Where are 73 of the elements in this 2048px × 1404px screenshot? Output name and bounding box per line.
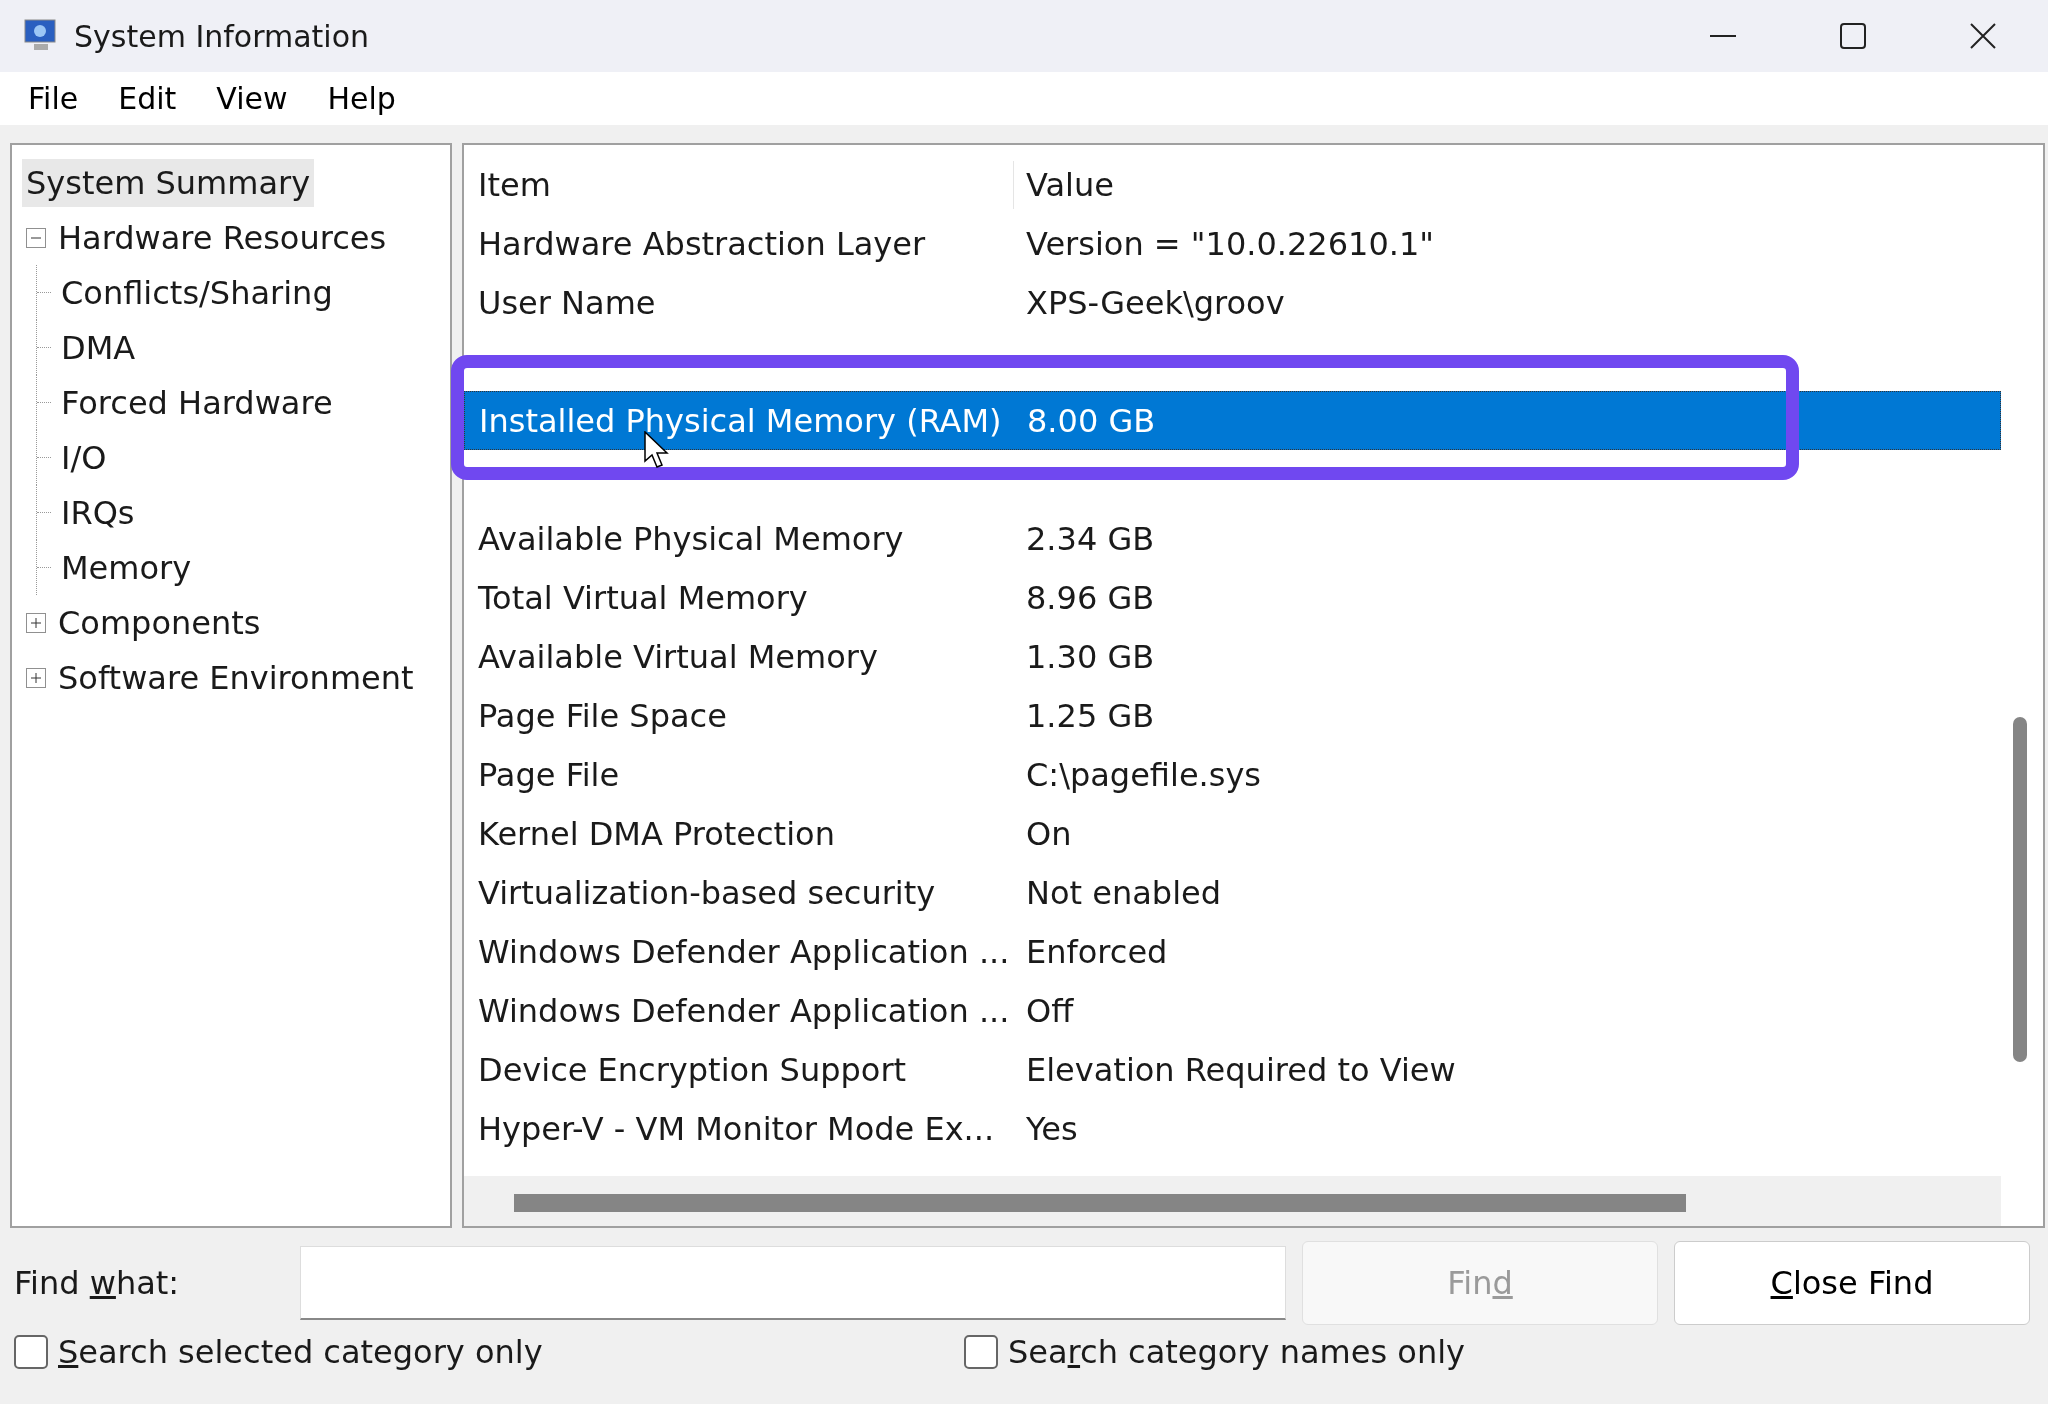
table-cell-text: Windows Defender Application ...	[477, 990, 1011, 1032]
table-cell-text: 2.34 GB	[1025, 518, 1155, 560]
tree-item[interactable]: System Summary	[22, 158, 315, 207]
table-row[interactable]: Available Physical Memory 2.34 GB	[464, 509, 2001, 568]
table-cell-text: Available Physical Memory	[477, 518, 905, 560]
table-row[interactable]: Windows Defender Application ... Off	[464, 981, 2001, 1040]
table-cell-text: User Name	[477, 282, 657, 324]
table-row[interactable]: Page File C:\pagefile.sys	[464, 745, 2001, 804]
expand-icon[interactable]	[26, 667, 46, 688]
tree-item[interactable]: I/O	[57, 433, 111, 482]
table-cell-text: Page File Space	[477, 695, 728, 737]
table-cell-text: 1.25 GB	[1025, 695, 1155, 737]
table-cell-text: C:\pagefile.sys	[1025, 754, 1261, 796]
table-row[interactable]: Page File Space 1.25 GB	[464, 686, 2001, 745]
tree-item[interactable]: Forced Hardware	[57, 378, 337, 427]
column-header[interactable]: Value	[1014, 160, 1114, 209]
table-cell-text: Not enabled	[1025, 872, 1221, 914]
selected-row[interactable]: Installed Physical Memory (RAM) 8.00 GB	[464, 391, 2001, 450]
tree-item[interactable]: Memory	[57, 543, 196, 592]
minimize-icon	[1708, 34, 1738, 38]
table-cell-text: Page File	[477, 754, 621, 796]
checkbox[interactable]	[964, 1335, 998, 1369]
close-icon	[1968, 21, 1998, 51]
window-title: System Information	[74, 17, 370, 56]
table-cell-text: Virtualization-based security	[477, 872, 937, 914]
table-cell-text: Elevation Required to View	[1025, 1049, 1456, 1091]
table-cell-text: Total Virtual Memory	[477, 577, 809, 619]
find-input-field[interactable]	[300, 1246, 1286, 1320]
table-row[interactable]: Total Virtual Memory 8.96 GB	[464, 568, 2001, 627]
table-row[interactable]: User Name XPS-Geek\groov	[464, 273, 2001, 332]
table-cell-text: Kernel DMA Protection	[477, 813, 836, 855]
table-cell-text: Windows Defender Application ...	[477, 931, 1011, 973]
find-label: Find what:	[14, 1263, 181, 1304]
checkbox[interactable]	[14, 1335, 48, 1369]
table-row[interactable]: Hardware Abstraction Layer Version = "10.0.22610.1"	[464, 214, 2001, 273]
column-header[interactable]: Item	[464, 160, 1014, 209]
table-row[interactable]: Virtualization-based security Not enabled	[464, 863, 2001, 922]
table-cell-text: Installed Physical Memory (RAM)	[478, 400, 1003, 442]
checkbox-label: Search selected category only	[58, 1332, 543, 1373]
table-cell-text: Available Virtual Memory	[477, 636, 879, 678]
table-row[interactable]: Windows Defender Application ... Enforced	[464, 922, 2001, 981]
menu-item[interactable]: View	[196, 76, 308, 121]
table-cell-text: Hardware Abstraction Layer	[477, 223, 927, 265]
checkbox-label: Search category names only	[1008, 1332, 1465, 1373]
table-cell-text: 8.00 GB	[1026, 400, 1156, 442]
maximize-icon	[1838, 21, 1868, 51]
table-cell-text: On	[1025, 813, 1072, 855]
table-cell-text: 1.30 GB	[1025, 636, 1155, 678]
table-row[interactable]: Available Virtual Memory 1.30 GB	[464, 627, 2001, 686]
menu-item[interactable]: File	[8, 76, 99, 121]
tree-item[interactable]: Conflicts/Sharing	[57, 268, 337, 317]
table-cell-text: XPS-Geek\groov	[1025, 282, 1285, 324]
table-row[interactable]: Kernel DMA Protection On	[464, 804, 2001, 863]
table-row[interactable]: Hyper-V - VM Monitor Mode Ex... Yes	[464, 1099, 2001, 1158]
table-cell-text: Hyper-V - VM Monitor Mode Ex...	[477, 1108, 996, 1150]
table-cell-text: Version = "10.0.22610.1"	[1025, 223, 1434, 265]
tree-item[interactable]: Components	[54, 598, 265, 647]
tree-item[interactable]: Software Environment	[54, 653, 418, 702]
close-find-button[interactable]: Close Find	[1674, 1241, 2030, 1325]
table-cell-text: Off	[1025, 990, 1074, 1032]
table-cell-text: Enforced	[1025, 931, 1168, 973]
tree-item[interactable]: IRQs	[57, 488, 139, 537]
horizontal-scrollbar[interactable]	[464, 1176, 2001, 1226]
table-row[interactable]: Device Encryption Support Elevation Required to View	[464, 1040, 2001, 1099]
expand-icon[interactable]	[26, 612, 46, 633]
menu-item[interactable]: Help	[307, 76, 416, 121]
collapse-icon[interactable]	[26, 227, 46, 248]
tree-item[interactable]: DMA	[57, 323, 140, 372]
tree-item[interactable]: Hardware Resources	[54, 213, 391, 262]
table-cell-text: 8.96 GB	[1025, 577, 1155, 619]
table-cell-text: Device Encryption Support	[477, 1049, 908, 1091]
table-cell-text: Yes	[1025, 1108, 1078, 1150]
menu-item[interactable]: Edit	[98, 76, 197, 121]
